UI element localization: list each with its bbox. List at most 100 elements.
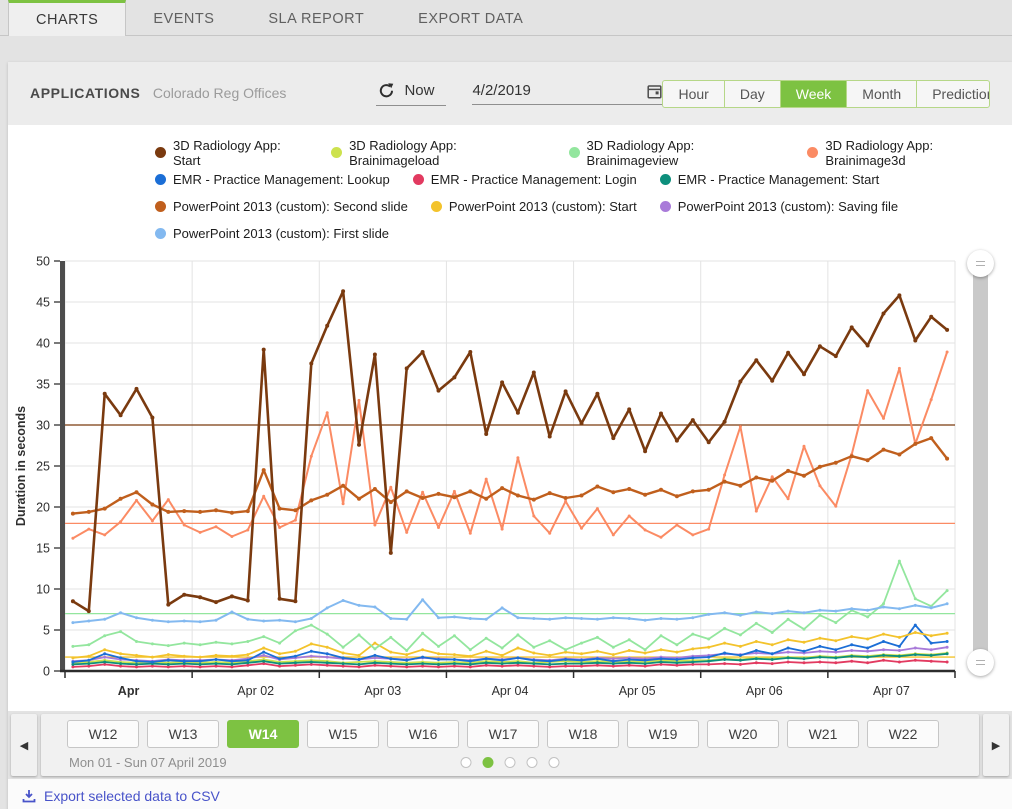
date-value: 4/2/2019 (472, 82, 530, 99)
pagination-dot-2[interactable] (505, 757, 516, 768)
legend-label: 3D Radiology App: Brainimageload (349, 138, 545, 168)
legend-item-3d-radiology-app-start[interactable]: 3D Radiology App: Start (155, 138, 308, 168)
svg-text:0: 0 (43, 665, 50, 679)
legend-label: PowerPoint 2013 (custom): Saving file (678, 199, 898, 214)
time-range-button-group: HourDayWeekMonthPrediction (662, 80, 990, 108)
series-line-powerpoint-2013-custom-start (73, 633, 947, 658)
week-pagination-dots (461, 757, 560, 768)
legend-label: EMR - Practice Management: Start (678, 172, 880, 187)
week-button-w21[interactable]: W21 (787, 720, 859, 748)
scrollbar-bottom-handle[interactable] (967, 649, 994, 676)
calendar-icon[interactable] (647, 84, 662, 99)
download-icon (22, 789, 36, 803)
range-button-prediction[interactable]: Prediction (916, 81, 990, 107)
range-button-week[interactable]: Week (780, 81, 847, 107)
week-button-w15[interactable]: W15 (307, 720, 379, 748)
legend-color-dot (155, 201, 166, 212)
x-axis-label: Apr 02 (237, 684, 274, 698)
x-axis-label: Apr 05 (619, 684, 656, 698)
legend-label: PowerPoint 2013 (custom): Second slide (173, 199, 408, 214)
duration-line-chart: 05101520253035404550AprApr 02Apr 03Apr 0… (8, 251, 998, 706)
previous-weeks-arrow-button[interactable]: ◀ (11, 714, 37, 776)
tab-charts[interactable]: CHARTS (8, 0, 126, 36)
week-button-w16[interactable]: W16 (387, 720, 459, 748)
legend-item-powerpoint-2013-custom-saving-file[interactable]: PowerPoint 2013 (custom): Saving file (660, 199, 898, 214)
chart-area: 05101520253035404550AprApr 02Apr 03Apr 0… (8, 251, 1012, 711)
svg-text:10: 10 (36, 583, 50, 597)
series-markers-3d-radiology-app-start (71, 289, 949, 613)
legend-item-3d-radiology-app-brainimageview[interactable]: 3D Radiology App: Brainimageview (569, 138, 785, 168)
range-button-hour[interactable]: Hour (663, 81, 723, 107)
top-gap (0, 36, 1012, 62)
legend-item-powerpoint-2013-custom-second-slide[interactable]: PowerPoint 2013 (custom): Second slide (155, 199, 408, 214)
dashboard-panel: APPLICATIONS Colorado Reg Offices Now 4/… (8, 62, 1012, 809)
legend-color-dot (155, 228, 166, 239)
chart-vertical-zoom-scrollbar[interactable] (973, 263, 988, 663)
legend-item-emr-practice-management-login[interactable]: EMR - Practice Management: Login (413, 172, 637, 187)
export-csv-link[interactable]: Export selected data to CSV (44, 788, 220, 804)
applications-selector[interactable]: APPLICATIONS Colorado Reg Offices (30, 85, 286, 103)
week-buttons: W12 W13 W14 W15 W16 W17 W18 W19 W20 W21 W22 (67, 720, 953, 748)
range-button-day[interactable]: Day (724, 81, 780, 107)
week-button-w22[interactable]: W22 (867, 720, 939, 748)
week-footer: Mon 01 - Sun 07 April 2019 (67, 754, 953, 770)
svg-text:45: 45 (36, 296, 50, 310)
legend-item-emr-practice-management-start[interactable]: EMR - Practice Management: Start (660, 172, 880, 187)
legend-row: PowerPoint 2013 (custom): Second slide Po… (155, 193, 1012, 220)
legend-color-dot (155, 147, 166, 158)
next-weeks-arrow-button[interactable]: ▶ (983, 714, 1009, 776)
pagination-dot-4[interactable] (549, 757, 560, 768)
week-button-w14[interactable]: W14 (227, 720, 299, 748)
series-line-3d-radiology-app-brainimageview (73, 561, 947, 650)
tab-export-data[interactable]: EXPORT DATA (391, 0, 550, 35)
legend-label: PowerPoint 2013 (custom): Start (449, 199, 637, 214)
now-label: Now (404, 82, 434, 99)
legend-color-dot (569, 147, 580, 158)
legend-item-emr-practice-management-lookup[interactable]: EMR - Practice Management: Lookup (155, 172, 390, 187)
arrow-right-icon: ▶ (992, 739, 1000, 752)
legend-item-powerpoint-2013-custom-first-slide[interactable]: PowerPoint 2013 (custom): First slide (155, 226, 389, 241)
legend-item-3d-radiology-app-brainimage3d[interactable]: 3D Radiology App: Brainimage3d (807, 138, 1012, 168)
week-button-w18[interactable]: W18 (547, 720, 619, 748)
chart-card: 3D Radiology App: Start 3D Radiology App:… (8, 125, 1012, 711)
x-axis-label: Apr (118, 684, 140, 698)
week-button-w13[interactable]: W13 (147, 720, 219, 748)
chart-header: APPLICATIONS Colorado Reg Offices Now 4/… (8, 62, 1012, 125)
week-button-w17[interactable]: W17 (467, 720, 539, 748)
series-line-3d-radiology-app-start (73, 291, 947, 611)
range-button-month[interactable]: Month (846, 81, 916, 107)
svg-text:35: 35 (36, 378, 50, 392)
legend-color-dot (807, 147, 818, 158)
x-axis-label: Apr 07 (873, 684, 910, 698)
tab-sla-report[interactable]: SLA REPORT (241, 0, 391, 35)
legend-item-powerpoint-2013-custom-start[interactable]: PowerPoint 2013 (custom): Start (431, 199, 637, 214)
y-axis-title: Duration in seconds (14, 406, 28, 526)
week-selector-bar: ◀ W12 W13 W14 W15 W16 W17 W18 W19 W20 W21 W22 Mon … (8, 711, 1012, 779)
pagination-dot-1[interactable] (483, 757, 494, 768)
svg-text:5: 5 (43, 624, 50, 638)
x-axis-label: Apr 06 (746, 684, 783, 698)
scrollbar-top-handle[interactable] (967, 250, 994, 277)
legend-row: 3D Radiology App: Start 3D Radiology App:… (155, 139, 1012, 166)
refresh-icon (378, 82, 395, 99)
arrow-left-icon: ◀ (20, 739, 28, 752)
svg-text:30: 30 (36, 419, 50, 433)
week-button-w19[interactable]: W19 (627, 720, 699, 748)
svg-text:25: 25 (36, 460, 50, 474)
pagination-dot-3[interactable] (527, 757, 538, 768)
legend-label: 3D Radiology App: Brainimage3d (825, 138, 1012, 168)
legend-label: 3D Radiology App: Brainimageview (587, 138, 785, 168)
export-bar: Export selected data to CSV (8, 779, 1012, 809)
week-button-w20[interactable]: W20 (707, 720, 779, 748)
tab-bar: CHARTSEVENTSSLA REPORTEXPORT DATA (0, 0, 1012, 36)
refresh-now-control[interactable]: Now (376, 82, 446, 106)
legend-label: EMR - Practice Management: Login (431, 172, 637, 187)
legend-color-dot (431, 201, 442, 212)
week-button-w12[interactable]: W12 (67, 720, 139, 748)
section-label: APPLICATIONS (30, 85, 140, 101)
tab-events[interactable]: EVENTS (126, 0, 241, 35)
legend-item-3d-radiology-app-brainimageload[interactable]: 3D Radiology App: Brainimageload (331, 138, 545, 168)
pagination-dot-0[interactable] (461, 757, 472, 768)
legend-row: PowerPoint 2013 (custom): First slide (155, 220, 1012, 247)
date-input[interactable]: 4/2/2019 (472, 82, 662, 105)
